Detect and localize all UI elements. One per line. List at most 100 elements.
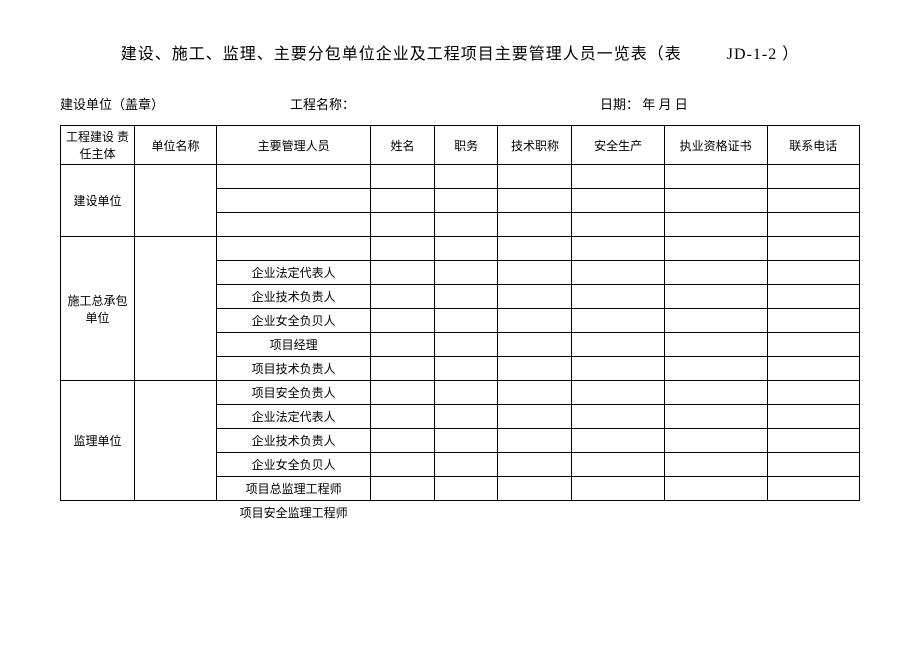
cell-role: 项目安全监理工程师 [217,501,371,525]
cell [371,429,435,453]
cell-empty [61,501,135,525]
section-label: 施工总承包单位 [61,237,135,381]
table-row: 监理单位 项目安全负责人 [61,381,860,405]
cell [572,429,664,453]
cell [434,333,498,357]
cell [498,429,572,453]
cell [371,477,435,501]
cell-empty [134,501,216,525]
cell [664,189,767,213]
cell [572,189,664,213]
cell [371,333,435,357]
cell-unitname [134,381,216,501]
cell-role: 企业法定代表人 [217,261,371,285]
cell [498,453,572,477]
cell [572,237,664,261]
cell-empty [664,501,767,525]
cell [371,189,435,213]
cell [767,429,859,453]
cell [371,261,435,285]
cell [767,357,859,381]
cell [434,261,498,285]
table-row: 施工总承包单位 [61,237,860,261]
cell [664,237,767,261]
cell-empty [371,501,435,525]
cell-role [217,213,371,237]
cell [498,333,572,357]
cell [434,165,498,189]
cell-role: 项目安全负责人 [217,381,371,405]
cell [498,189,572,213]
cell [664,261,767,285]
cell [434,357,498,381]
cell [664,165,767,189]
cell [371,405,435,429]
cell [767,309,859,333]
cell [572,165,664,189]
cell [572,405,664,429]
cell [664,285,767,309]
cell [767,189,859,213]
cell [434,381,498,405]
cell [498,405,572,429]
cell-role [217,165,371,189]
meta-date: 日期： 年 月 日 [600,94,860,113]
cell [572,333,664,357]
cell [664,357,767,381]
cell [498,165,572,189]
header-col5: 职务 [434,126,498,165]
cell [498,237,572,261]
cell [434,429,498,453]
meta-row: 建设单位（盖章） 工程名称： 日期： 年 月 日 [60,94,860,113]
header-col6: 技术职称 [498,126,572,165]
header-col3: 主要管理人员 [217,126,371,165]
cell [572,453,664,477]
cell [434,285,498,309]
cell [572,357,664,381]
cell [498,477,572,501]
cell [664,477,767,501]
cell [767,453,859,477]
cell [498,309,572,333]
cell [371,165,435,189]
cell [371,357,435,381]
section-label: 建设单位 [61,165,135,237]
meta-project: 工程名称： [290,94,600,113]
meta-unit: 建设单位（盖章） [60,94,290,113]
header-col7: 安全生产 [572,126,664,165]
cell [434,309,498,333]
cell [767,213,859,237]
cell [371,309,435,333]
cell [371,453,435,477]
cell [434,213,498,237]
cell [371,237,435,261]
cell [572,213,664,237]
cell [767,165,859,189]
cell [498,357,572,381]
cell [767,477,859,501]
table-header-row: 工程建设 责任主体 单位名称 主要管理人员 姓名 职务 技术职称 安全生产 执业… [61,126,860,165]
cell [498,285,572,309]
cell [572,309,664,333]
cell-role [217,189,371,213]
cell [767,381,859,405]
header-col4: 姓名 [371,126,435,165]
cell [664,405,767,429]
cell-role: 项目经理 [217,333,371,357]
section-label: 监理单位 [61,381,135,501]
title-code: JD-1-2 ） [727,46,799,63]
cell [434,189,498,213]
cell [371,381,435,405]
cell [434,477,498,501]
cell [664,213,767,237]
table-row: 建设单位 [61,165,860,189]
header-col9: 联系电话 [767,126,859,165]
cell [498,213,572,237]
cell [664,381,767,405]
cell [664,429,767,453]
cell-role: 企业技术负责人 [217,285,371,309]
cell [664,453,767,477]
header-col2: 单位名称 [134,126,216,165]
cell [572,261,664,285]
document-title: 建设、施工、监理、主要分包单位企业及工程项目主要管理人员一览表（表 JD-1-2… [60,40,860,64]
